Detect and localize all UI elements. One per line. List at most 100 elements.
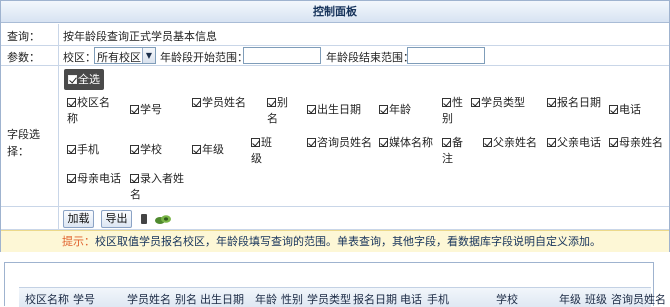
field-checkbox-father-phone[interactable]: 父亲电话 xyxy=(547,135,607,151)
field-checkbox-student-id[interactable]: 学号 xyxy=(130,102,190,118)
field-label: 学校 xyxy=(140,143,162,156)
actions-row: 加载 导出 xyxy=(1,206,669,230)
checkbox-icon xyxy=(267,98,276,107)
age-start-input[interactable] xyxy=(243,47,321,64)
checkbox-icon xyxy=(609,105,618,114)
field-checkbox-age[interactable]: 年龄 xyxy=(379,102,429,118)
checkbox-icon xyxy=(442,138,451,147)
field-checkbox-consultant-name[interactable]: 咨询员姓名 xyxy=(307,135,373,151)
field-checkbox-student-name[interactable]: 学员姓名 xyxy=(192,95,250,111)
field-label: 电话 xyxy=(619,103,641,116)
column-header[interactable]: 年龄 xyxy=(255,291,277,307)
excel-icon[interactable] xyxy=(141,214,147,224)
field-checkbox-entered-by-name[interactable]: 录入者姓名 xyxy=(130,171,192,203)
field-checkbox-mother-phone[interactable]: 母亲电话 xyxy=(67,171,125,187)
field-checkbox-father-name[interactable]: 父亲姓名 xyxy=(483,135,547,151)
field-label: 父亲电话 xyxy=(557,136,601,149)
column-header[interactable]: 年级 xyxy=(559,291,581,307)
field-checkbox-phone[interactable]: 电话 xyxy=(609,102,667,118)
field-label: 母亲姓名 xyxy=(619,136,663,149)
checkbox-icon xyxy=(192,145,201,154)
checkbox-icon xyxy=(130,174,139,183)
field-checkbox-enroll-date[interactable]: 报名日期 xyxy=(547,95,605,111)
field-checkbox-school[interactable]: 学校 xyxy=(130,142,188,158)
fields-label: 字段选择： xyxy=(7,128,40,158)
params-row: 参数： 校区： 所有校区 ▼ 年龄段开始范围： 年龄段结束范围： xyxy=(1,46,669,66)
query-row: 查询： 按年龄段查询正式学员基本信息 xyxy=(1,24,669,46)
checkbox-icon xyxy=(130,145,139,154)
field-checkbox-mobile[interactable]: 手机 xyxy=(67,142,125,158)
checkbox-icon xyxy=(547,138,556,147)
load-button[interactable]: 加载 xyxy=(63,210,94,228)
field-checkbox-media-name[interactable]: 媒体名称 xyxy=(379,135,441,151)
field-checkbox-birth-date[interactable]: 出生日期 xyxy=(307,102,371,118)
checkbox-icon xyxy=(471,98,480,107)
field-checkbox-alias[interactable]: 别名 xyxy=(267,95,295,127)
column-header[interactable]: 报名日期 xyxy=(353,291,397,307)
field-label: 学员姓名 xyxy=(202,96,246,109)
age-start-label: 年龄段开始范围： xyxy=(160,51,248,64)
select-all-checkbox[interactable]: 全选 xyxy=(64,69,104,90)
checkbox-icon xyxy=(68,75,77,84)
fields-row: 字段选择： 全选 校区名称 学号 学员姓名 别名 出生日期 年龄 性别 学员类型… xyxy=(1,66,669,206)
field-label: 学员类型 xyxy=(481,96,525,109)
column-header[interactable]: 学员类型 xyxy=(307,291,351,307)
checkbox-icon xyxy=(67,174,76,183)
field-checkbox-grade[interactable]: 年级 xyxy=(192,142,250,158)
column-header[interactable]: 学号 xyxy=(73,291,95,307)
export-icon[interactable] xyxy=(154,214,172,225)
campus-label: 校区： xyxy=(63,51,96,64)
field-label: 咨询员姓名 xyxy=(317,136,372,149)
field-label: 手机 xyxy=(77,143,99,156)
select-all-label: 全选 xyxy=(78,73,100,86)
checkbox-icon xyxy=(307,105,316,114)
column-header[interactable]: 手机 xyxy=(427,291,449,307)
column-header[interactable]: 班级 xyxy=(585,291,607,307)
checkbox-icon xyxy=(379,138,388,147)
column-header[interactable]: 咨询员姓名 xyxy=(611,291,666,307)
checkbox-icon xyxy=(307,138,316,147)
field-checkbox-student-type[interactable]: 学员类型 xyxy=(471,95,533,111)
field-checkbox-gender[interactable]: 性别 xyxy=(442,95,470,127)
field-label: 学号 xyxy=(140,103,162,116)
checkbox-icon xyxy=(67,145,76,154)
field-label: 年龄 xyxy=(389,103,411,116)
field-checkbox-remarks[interactable]: 备注 xyxy=(442,135,470,167)
checkbox-icon xyxy=(442,98,451,107)
column-header[interactable]: 性别 xyxy=(281,291,303,307)
field-label: 母亲电话 xyxy=(77,172,121,185)
column-header[interactable]: 电话 xyxy=(400,291,422,307)
column-header[interactable]: 学员姓名 xyxy=(127,291,171,307)
field-label: 出生日期 xyxy=(317,103,361,116)
field-checkbox-mother-name[interactable]: 母亲姓名 xyxy=(609,135,669,151)
checkbox-icon xyxy=(483,138,492,147)
chevron-down-icon[interactable]: ▼ xyxy=(142,48,155,63)
checkbox-icon xyxy=(379,105,388,114)
field-label: 报名日期 xyxy=(557,96,601,109)
field-label: 媒体名称 xyxy=(389,136,433,149)
checkbox-icon xyxy=(67,98,76,107)
checkbox-icon xyxy=(130,105,139,114)
column-header[interactable]: 校区名称 xyxy=(25,291,69,307)
table-header-row: 校区名称 学号 学员姓名 别名 出生日期 年龄 性别 学员类型 报名日期 电话 … xyxy=(19,287,666,307)
hint-text: 校区取值学员报名校区，年龄段填写查询的范围。单表查询，其他字段，看数据库字段说明… xyxy=(95,235,601,248)
field-checkbox-campus-name[interactable]: 校区名称 xyxy=(67,95,115,127)
field-label: 父亲姓名 xyxy=(493,136,537,149)
query-value: 按年龄段查询正式学员基本信息 xyxy=(63,30,217,43)
control-panel: 控制面板 查询： 按年龄段查询正式学员基本信息 参数： 校区： 所有校区 ▼ 年… xyxy=(0,0,670,252)
age-end-label: 年龄段结束范围： xyxy=(326,51,414,64)
panel-title: 控制面板 xyxy=(1,1,669,23)
campus-select[interactable]: 所有校区 ▼ xyxy=(94,47,156,64)
column-header[interactable]: 别名 xyxy=(175,291,197,307)
hint-bar: 提示：校区取值学员报名校区，年龄段填写查询的范围。单表查询，其他字段，看数据库字… xyxy=(1,230,669,252)
export-button[interactable]: 导出 xyxy=(101,210,132,228)
checkbox-icon xyxy=(251,138,260,147)
checkbox-icon xyxy=(192,98,201,107)
column-header[interactable]: 出生日期 xyxy=(200,291,244,307)
field-label: 年级 xyxy=(202,143,224,156)
column-header[interactable]: 学校 xyxy=(496,291,518,307)
query-label: 查询： xyxy=(7,30,40,43)
age-end-input[interactable] xyxy=(407,47,485,64)
checkbox-icon xyxy=(609,138,618,147)
field-checkbox-class[interactable]: 班级 xyxy=(251,135,279,167)
